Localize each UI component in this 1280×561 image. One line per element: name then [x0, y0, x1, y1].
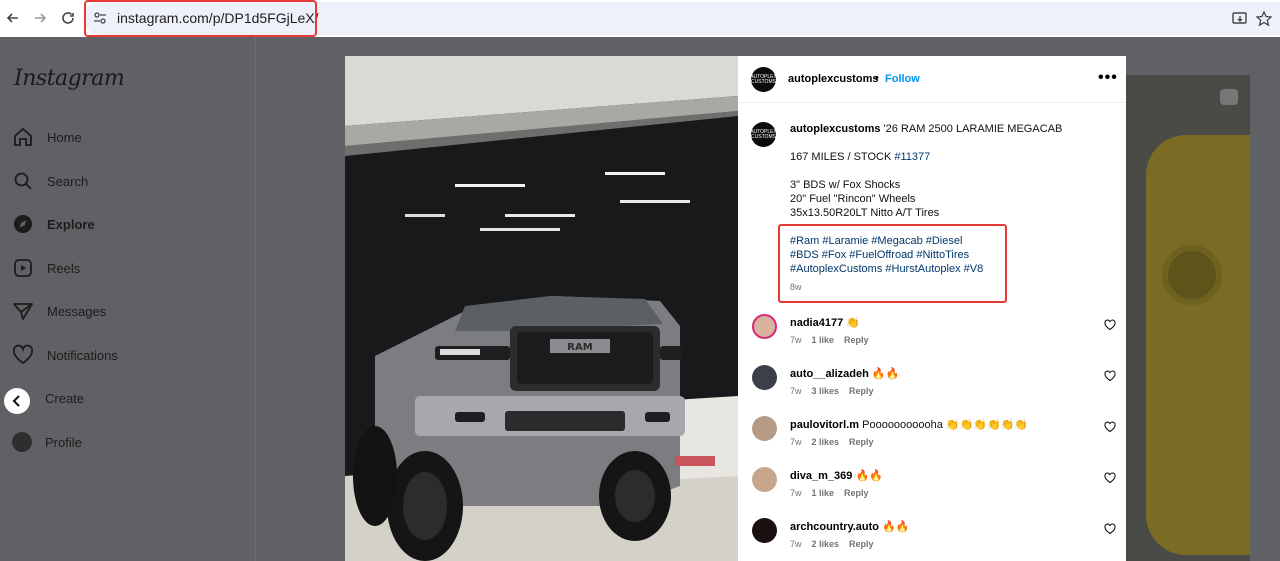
background-post-image [1126, 75, 1250, 561]
comment-likes[interactable]: 3 likes [812, 386, 840, 396]
reply-button[interactable]: Reply [849, 437, 874, 447]
comment-username[interactable]: diva_m_369 [790, 470, 852, 482]
grille-text: RAM [567, 342, 592, 353]
sidebar-item-profile[interactable]: Profile [12, 429, 82, 455]
page-overlay: Instagram Home Search Explore Reels Mess… [0, 37, 1280, 561]
back-arrow-icon[interactable] [3, 8, 23, 28]
comment-age[interactable]: 7w [790, 437, 802, 447]
comment-text: 🔥🔥 [855, 470, 883, 482]
avatar[interactable] [752, 314, 777, 339]
more-options-icon[interactable]: ••• [1098, 69, 1118, 87]
comment-username[interactable]: auto__alizadeh [790, 368, 869, 380]
comment-item: paulovitorl.m Pooooooooooha 👏👏👏👏👏👏 7w 2 l… [738, 413, 1126, 463]
sidebar-item-search[interactable]: Search [12, 168, 88, 194]
post-details-panel: AUTOPLEX CUSTOMS autoplexcustoms • Follo… [738, 56, 1126, 561]
search-icon [14, 172, 32, 190]
sidebar-item-label: Create [45, 390, 85, 406]
hashtag-link[interactable]: #11377 [894, 151, 930, 163]
previous-post-button[interactable] [4, 388, 30, 414]
reels-icon [14, 259, 32, 277]
caption-spec: 35x13.50R20LT Nitto A/T Tires [790, 207, 940, 219]
hashtags-highlight-box [778, 224, 1007, 303]
post-image[interactable]: RAM [345, 56, 738, 561]
comment-item: nadia4177 👏 7w 1 like Reply [738, 311, 1126, 361]
instagram-logo[interactable]: Instagram [14, 66, 125, 91]
avatar[interactable] [752, 467, 777, 492]
sidebar-item-home[interactable]: Home [12, 124, 82, 150]
comment-text: 🔥🔥 [882, 521, 910, 533]
sidebar-item-label: Notifications [47, 347, 118, 363]
url-highlight-box [84, 0, 317, 37]
comment-text: Pooooooooooha 👏👏👏👏👏👏 [862, 419, 1029, 431]
messages-icon [13, 303, 33, 320]
sidebar-item-label: Messages [47, 303, 107, 319]
avatar [12, 432, 32, 452]
comment-text: 👏 [846, 317, 860, 329]
sidebar-item-label: Search [47, 173, 89, 189]
like-heart-icon[interactable] [1104, 370, 1116, 382]
reply-button[interactable]: Reply [849, 386, 874, 396]
comment-text: 🔥🔥 [871, 368, 900, 380]
explore-icon [14, 215, 32, 233]
avatar[interactable] [752, 365, 777, 390]
avatar[interactable] [752, 416, 777, 441]
comment-likes[interactable]: 1 like [812, 335, 835, 345]
home-icon [14, 127, 32, 146]
sidebar-item-label: Home [47, 129, 82, 145]
post-header: AUTOPLEX CUSTOMS autoplexcustoms • Follo… [738, 56, 1126, 103]
comment-item: auto__alizadeh 🔥🔥 7w 3 likes Reply [738, 362, 1126, 412]
sidebar-item-label: Profile [45, 434, 82, 450]
sidebar-item-label: Explore [47, 216, 95, 232]
reply-button[interactable]: Reply [844, 488, 869, 498]
sidebar-item-label: Reels [47, 260, 81, 276]
comment-age[interactable]: 7w [790, 488, 802, 498]
reply-button[interactable]: Reply [844, 335, 869, 345]
caption-stock: 167 MILES / STOCK [790, 151, 895, 163]
like-heart-icon[interactable] [1104, 319, 1116, 331]
caption-author-avatar[interactable]: AUTOPLEX CUSTOMS [750, 122, 777, 147]
caption-spec: 20" Fuel "Rincon" Wheels [790, 193, 916, 205]
install-app-icon[interactable] [1231, 10, 1249, 28]
forward-arrow-icon[interactable] [30, 8, 50, 28]
author-avatar[interactable]: AUTOPLEX CUSTOMS [750, 67, 777, 92]
caption-author-username[interactable]: autoplexcustoms [790, 123, 880, 135]
comment-likes[interactable]: 2 likes [812, 437, 840, 447]
caption-spec: 3" BDS w/ Fox Shocks [790, 179, 901, 191]
like-heart-icon[interactable] [1104, 421, 1116, 433]
comment-age[interactable]: 7w [790, 539, 802, 549]
browser-toolbar: instagram.com/p/DP1d5FGjLeX/ [0, 0, 1280, 37]
comment-age[interactable]: 7w [790, 386, 802, 396]
comment-item: diva_m_369 🔥🔥 7w 1 like Reply [738, 464, 1126, 514]
sidebar-item-messages[interactable]: Messages [12, 298, 106, 324]
comment-likes[interactable]: 1 like [812, 488, 835, 498]
post-modal: RAM AUTOPLEX CUSTOMS autoplexcustoms • F… [345, 56, 1126, 561]
sidebar-item-explore[interactable]: Explore [12, 211, 95, 237]
sidebar: Instagram Home Search Explore Reels Mess… [0, 37, 256, 561]
heart-icon [12, 344, 34, 365]
separator-dot: • [875, 72, 879, 84]
video-icon [1220, 89, 1238, 105]
comment-username[interactable]: archcountry.auto [790, 521, 879, 533]
avatar[interactable] [752, 518, 777, 543]
comment-item: archcountry.auto 🔥🔥 7w 2 likes Reply [738, 515, 1126, 561]
sidebar-item-reels[interactable]: Reels [12, 255, 80, 281]
like-heart-icon[interactable] [1104, 472, 1116, 484]
caption-title: '26 RAM 2500 LARAMIE MEGACAB [883, 123, 1063, 135]
sidebar-item-create[interactable]: Create [45, 385, 84, 411]
comment-likes[interactable]: 2 likes [812, 539, 840, 549]
comment-username[interactable]: nadia4177 [790, 317, 843, 329]
truck-photo: RAM [345, 56, 738, 561]
chevron-left-icon [12, 395, 20, 407]
sidebar-item-notifications[interactable]: Notifications [12, 342, 118, 368]
follow-button[interactable]: Follow [885, 73, 920, 85]
comment-age[interactable]: 7w [790, 335, 802, 345]
reply-button[interactable]: Reply [849, 539, 874, 549]
comment-username[interactable]: paulovitorl.m [790, 419, 859, 431]
reload-icon[interactable] [58, 8, 78, 28]
bookmark-star-icon[interactable] [1255, 10, 1273, 28]
like-heart-icon[interactable] [1104, 523, 1116, 535]
author-username[interactable]: autoplexcustoms [788, 73, 878, 85]
